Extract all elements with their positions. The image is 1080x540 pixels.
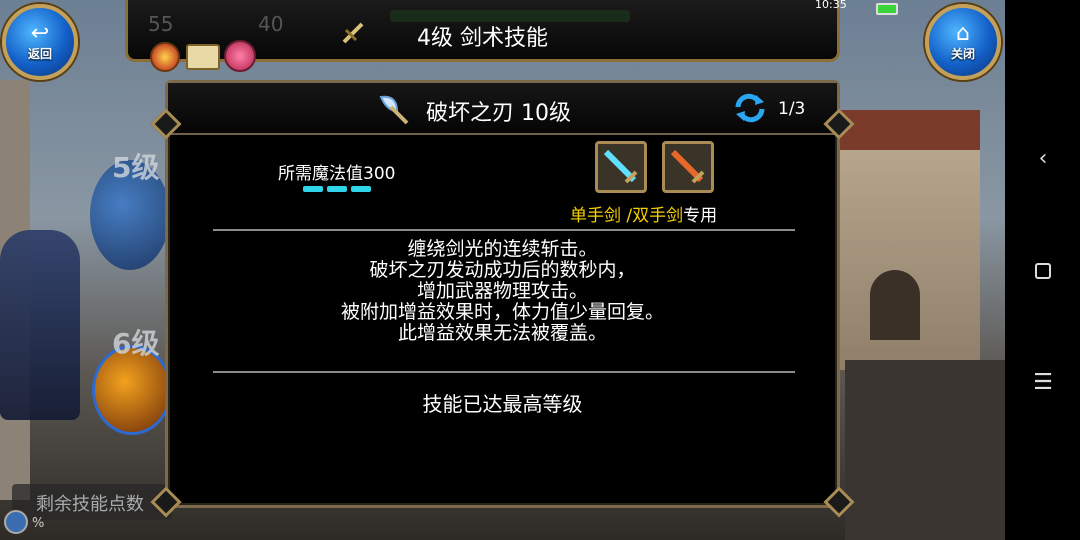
medal-icon[interactable]: [150, 42, 180, 72]
description-line: 被附加增益效果时，体力值少量回复。: [340, 301, 664, 323]
two-hand-sword-icon: [662, 141, 714, 193]
divider-bottom: [213, 371, 795, 373]
max-level-status: 技能已达最高等级: [422, 392, 583, 416]
back-button[interactable]: ↩ 返回: [2, 4, 78, 80]
nav-menu-icon[interactable]: ☰: [1027, 366, 1059, 398]
mail-icon[interactable]: [186, 44, 220, 70]
nav-home-icon[interactable]: [1027, 255, 1059, 287]
axe-skill-icon: [373, 89, 411, 127]
level-6-label: 6级: [112, 327, 160, 360]
level-5-label: 5级: [112, 151, 160, 184]
back-arrow-icon: ↩: [30, 20, 50, 46]
weapon-suffix: 专用: [683, 206, 718, 226]
description-line: 增加武器物理攻击。: [416, 280, 588, 302]
weapon-types: 单手剑 /双手剑: [570, 206, 684, 226]
system-nav-bar: ‹ ☰: [1005, 0, 1080, 540]
weapon-requirement: 单手剑 /双手剑专用: [570, 201, 717, 226]
cycle-arrows-icon[interactable]: [734, 93, 766, 123]
nav-back-icon[interactable]: ‹: [1027, 142, 1059, 174]
gift-icon[interactable]: [224, 40, 256, 72]
mp-bar: [303, 186, 371, 192]
close-label: 关闭: [950, 46, 975, 61]
home-icon: ⌂: [956, 20, 970, 46]
skill-header: 破坏之刃 10级 1/3: [168, 83, 837, 135]
description-line: 缠绕剑光的连续斩击。: [407, 238, 598, 260]
one-hand-sword-icon: [595, 141, 647, 193]
remaining-points-label: 剩余技能点数: [12, 484, 172, 520]
percent-label: %: [32, 516, 45, 531]
skill-detail-panel: 破坏之刃 10级 1/3 所需魔法值300 单手剑 /双手剑专用 缠绕剑光的连续…: [150, 80, 855, 518]
skill-description: 缠绕剑光的连续斩击。 破坏之刃发动成功后的数秒内， 增加武器物理攻击。 被附加增…: [168, 239, 837, 344]
back-label: 返回: [27, 46, 52, 61]
page-indicator: 1/3: [778, 99, 806, 119]
mp-requirement: 所需魔法值300: [278, 164, 396, 184]
close-button[interactable]: ⌂ 关闭: [925, 4, 1001, 80]
battery-icon: [876, 3, 898, 15]
system-time: 10:35: [815, 0, 847, 11]
description-line: 此增益效果无法被覆盖。: [397, 322, 607, 344]
description-line: 破坏之刃发动成功后的数秒内，: [369, 259, 636, 281]
player-character: [0, 230, 80, 420]
divider-top: [213, 229, 795, 231]
swirl-icon: [4, 510, 28, 534]
skill-name: 破坏之刃 10级: [426, 101, 571, 126]
